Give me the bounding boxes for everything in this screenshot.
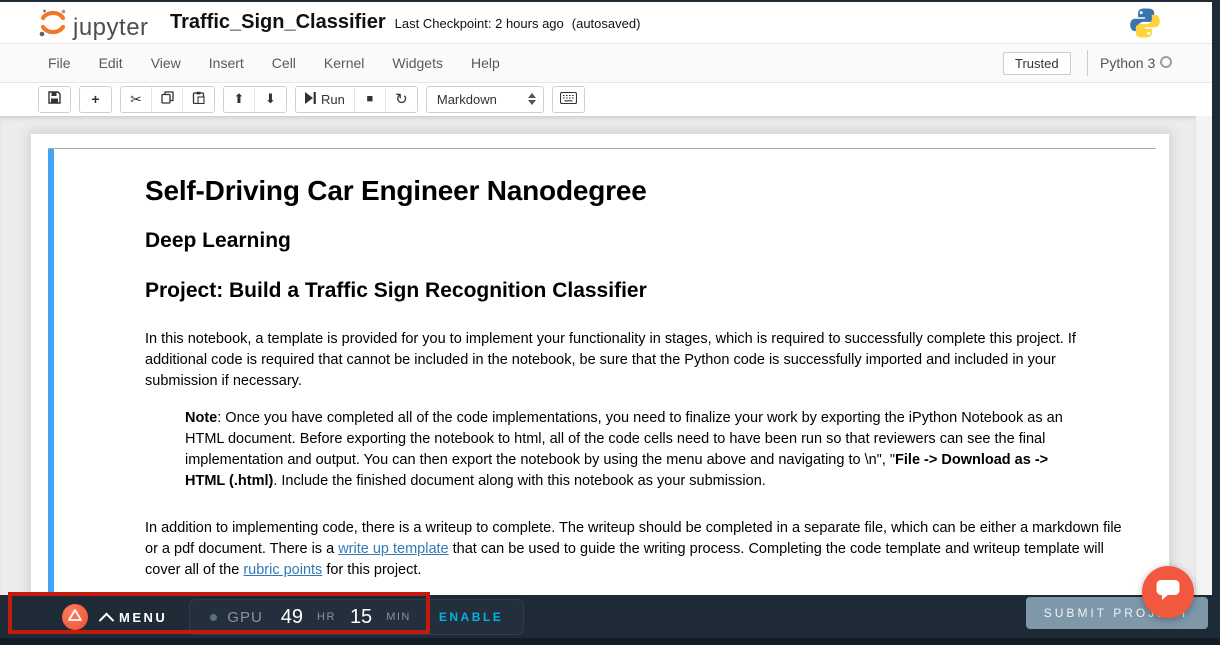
run-label: Run: [321, 92, 345, 107]
stop-icon: ■: [367, 93, 374, 105]
run-cell-button[interactable]: Run: [296, 87, 355, 112]
gpu-hours-value: 49: [281, 606, 303, 629]
doc-subtitle: Deep Learning: [145, 229, 1130, 253]
window-top-edge: [0, 0, 1220, 2]
markdown-cell-selected[interactable]: Self-Driving Car Engineer Nanodegree Dee…: [48, 148, 1156, 595]
gpu-hours-unit: HR: [317, 611, 336, 623]
menu-toggle-button[interactable]: MENU: [101, 610, 167, 625]
arrow-up-icon: ⬆: [234, 91, 245, 107]
scissors-icon: ✂: [130, 91, 142, 108]
paste-icon: [192, 91, 205, 107]
copy-icon: [161, 91, 174, 107]
restart-kernel-button[interactable]: ↻: [386, 87, 417, 112]
trusted-badge[interactable]: Trusted: [1003, 52, 1071, 75]
autosave-status: (autosaved): [572, 16, 641, 31]
cut-cell-button[interactable]: ✂: [121, 87, 152, 112]
workspace-footer: MENU GPU 49 HR 15 MIN ENABLE SUBMIT PROJ…: [0, 595, 1220, 645]
chat-bubble-icon: [1155, 578, 1181, 607]
command-palette-button[interactable]: [553, 87, 584, 112]
kernel-status-icon: [1160, 56, 1172, 68]
gpu-time-panel: GPU 49 HR 15 MIN ENABLE: [189, 599, 524, 635]
menu-help[interactable]: Help: [457, 55, 514, 71]
note-text-2: . Include the finished document along wi…: [273, 473, 765, 489]
writeup-text-3: for this project.: [322, 562, 421, 578]
menu-label: MENU: [119, 610, 167, 625]
menu-cell[interactable]: Cell: [258, 55, 310, 71]
select-arrows-icon: [528, 93, 536, 105]
notebook-title[interactable]: Traffic_Sign_Classifier: [170, 11, 386, 34]
intro-paragraph: In this notebook, a template is provided…: [145, 329, 1130, 392]
menu-edit[interactable]: Edit: [85, 55, 137, 71]
toolbar: + ✂ ⬆ ⬇ Run: [0, 83, 1212, 115]
jupyter-logo[interactable]: jupyter: [38, 7, 149, 43]
window-right-edge: [1212, 0, 1220, 645]
python-logo-icon: [1128, 6, 1162, 45]
menu-kernel[interactable]: Kernel: [310, 55, 378, 71]
markdown-cell-content: Self-Driving Car Engineer Nanodegree Dee…: [48, 149, 1156, 595]
scrollbar-track[interactable]: [1195, 116, 1212, 595]
menu-insert[interactable]: Insert: [195, 55, 258, 71]
save-icon: [48, 91, 61, 107]
chat-button[interactable]: [1142, 566, 1194, 618]
chevron-up-icon: [99, 612, 115, 628]
move-cell-down-button[interactable]: ⬇: [255, 87, 286, 112]
jupyter-logo-text: jupyter: [73, 13, 149, 43]
keyboard-icon: [560, 91, 577, 107]
interrupt-kernel-button[interactable]: ■: [355, 87, 386, 112]
kernel-name: Python 3: [1100, 55, 1155, 71]
notebook-header: jupyter Traffic_Sign_Classifier Last Che…: [0, 2, 1212, 44]
note-label: Note: [185, 410, 217, 426]
run-icon: [305, 92, 316, 107]
menu-widgets[interactable]: Widgets: [378, 55, 457, 71]
jupyter-app: jupyter Traffic_Sign_Classifier Last Che…: [0, 2, 1212, 595]
selected-cell-indicator: [48, 149, 54, 595]
cell-type-select[interactable]: Markdown: [426, 86, 544, 113]
enable-gpu-button[interactable]: ENABLE: [439, 610, 503, 624]
gpu-minutes-value: 15: [350, 606, 372, 629]
copy-cell-button[interactable]: [152, 87, 183, 112]
udacity-logo-icon: [68, 608, 82, 626]
menu-file[interactable]: File: [34, 55, 85, 71]
notebook-page: Self-Driving Car Engineer Nanodegree Dee…: [30, 133, 1170, 595]
gpu-label: GPU: [227, 609, 263, 626]
paste-cell-button[interactable]: [183, 87, 214, 112]
plus-icon: +: [91, 91, 99, 107]
move-cell-up-button[interactable]: ⬆: [224, 87, 255, 112]
jupyter-logo-icon: [38, 7, 68, 43]
gpu-minutes-unit: MIN: [386, 611, 411, 623]
cell-type-value: Markdown: [437, 92, 497, 107]
notebook-scroll-area[interactable]: Self-Driving Car Engineer Nanodegree Dee…: [0, 116, 1212, 595]
restart-icon: ↻: [395, 90, 408, 108]
menubar-divider: [1087, 50, 1088, 76]
writeup-paragraph: In addition to implementing code, there …: [145, 518, 1130, 581]
menubar: File Edit View Insert Cell Kernel Widget…: [0, 44, 1212, 83]
gpu-status-dot-icon: [210, 614, 217, 621]
add-cell-button[interactable]: +: [80, 87, 111, 112]
project-heading: Project: Build a Traffic Sign Recognitio…: [145, 279, 1130, 303]
checkpoint-status: Last Checkpoint: 2 hours ago: [395, 16, 564, 31]
footer-bottom-edge: [0, 638, 1220, 645]
menu-view[interactable]: View: [137, 55, 195, 71]
arrow-down-icon: ⬇: [265, 91, 276, 107]
writeup-template-link[interactable]: write up template: [338, 541, 448, 557]
udacity-logo-button[interactable]: [62, 604, 88, 630]
rubric-points-link[interactable]: rubric points: [243, 562, 322, 578]
doc-title: Self-Driving Car Engineer Nanodegree: [145, 175, 1130, 207]
note-blockquote: Note: Once you have completed all of the…: [185, 408, 1090, 492]
save-button[interactable]: [39, 87, 70, 112]
